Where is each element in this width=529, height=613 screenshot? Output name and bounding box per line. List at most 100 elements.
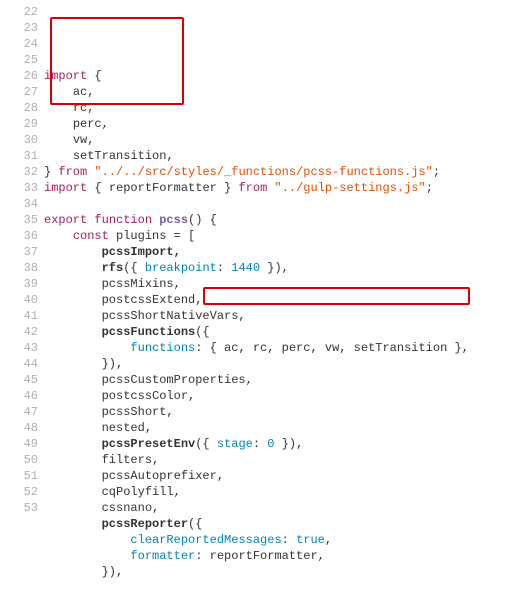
code-line: pcssPresetEnv({ stage: 0 }), (44, 436, 529, 452)
token-bold: rfs (102, 261, 124, 275)
line-number: 52 (0, 484, 38, 500)
token-fn: pcss (159, 213, 188, 227)
line-number: 23 (0, 20, 38, 36)
token-num: 1440 (231, 261, 260, 275)
token-punc: : { (195, 341, 224, 355)
token-punc: { (87, 69, 101, 83)
token-punc: ; (433, 165, 440, 179)
token-kw: const (73, 229, 109, 243)
token-punc: () { (188, 213, 217, 227)
code-line: import { reportFormatter } from "../gulp… (44, 180, 529, 196)
line-number: 44 (0, 356, 38, 372)
token-punc: ({ (123, 261, 145, 275)
token-bold: pcssReporter (102, 517, 188, 531)
token-punc: : (282, 533, 296, 547)
token-id: nested, (102, 421, 152, 435)
code-area: import { ac, rc, perc, vw, setTransition… (44, 4, 529, 580)
token-bold: pcssImport, (102, 245, 181, 259)
code-line: cqPolyfill, (44, 484, 529, 500)
code-line: postcssColor, (44, 388, 529, 404)
token-punc: } (44, 165, 58, 179)
token-punc: : (217, 261, 231, 275)
token-id: pcssMixins, (102, 277, 181, 291)
line-number: 46 (0, 388, 38, 404)
token-kw: from (58, 165, 87, 179)
token-id: pcssCustomProperties, (102, 373, 253, 387)
line-number: 42 (0, 324, 38, 340)
code-line: pcssAutoprefixer, (44, 468, 529, 484)
line-number: 47 (0, 404, 38, 420)
token-kw: export (44, 213, 87, 227)
token-punc: } (217, 181, 239, 195)
line-number: 45 (0, 372, 38, 388)
token-id: postcssColor, (102, 389, 196, 403)
code-line: filters, (44, 452, 529, 468)
code-line: pcssShort, (44, 404, 529, 420)
line-number: 49 (0, 436, 38, 452)
token-key: functions (130, 341, 195, 355)
code-line: const plugins = [ (44, 228, 529, 244)
code-line: setTransition, (44, 148, 529, 164)
token-punc: }), (102, 357, 124, 371)
code-line: pcssImport, (44, 244, 529, 260)
token-key: stage (217, 437, 253, 451)
code-line: pcssFunctions({ (44, 324, 529, 340)
token-punc: , (325, 533, 332, 547)
line-number: 36 (0, 228, 38, 244)
token-id: cqPolyfill, (102, 485, 181, 499)
line-number: 38 (0, 260, 38, 276)
token-punc: }, (447, 341, 469, 355)
code-line: perc, (44, 116, 529, 132)
code-line: rc, (44, 100, 529, 116)
code-line: ac, (44, 84, 529, 100)
line-number: 34 (0, 196, 38, 212)
token-id: reportFormatter (109, 181, 217, 195)
token-kw: import (44, 181, 87, 195)
code-line: pcssShortNativeVars, (44, 308, 529, 324)
token-id: postcssExtend, (102, 293, 203, 307)
line-number: 28 (0, 100, 38, 116)
token-kw: from (238, 181, 267, 195)
token-punc: }), (274, 437, 303, 451)
token-id: ac, rc, perc, vw, setTransition (224, 341, 447, 355)
token-id: pcssShortNativeVars, (102, 309, 246, 323)
code-line: clearReportedMessages: true, (44, 532, 529, 548)
token-kw: import (44, 69, 87, 83)
code-line: import { (44, 68, 529, 84)
token-punc: ({ (195, 325, 209, 339)
token-id: filters, (102, 453, 160, 467)
token-key: clearReportedMessages (130, 533, 281, 547)
code-editor: 2223242526272829303132333435363738394041… (0, 0, 529, 580)
code-line: }), (44, 564, 529, 580)
line-number: 30 (0, 132, 38, 148)
line-number: 41 (0, 308, 38, 324)
line-number: 26 (0, 68, 38, 84)
token-id: perc (73, 117, 102, 131)
line-number: 29 (0, 116, 38, 132)
token-punc: , (102, 117, 109, 131)
line-number: 27 (0, 84, 38, 100)
code-line: pcssMixins, (44, 276, 529, 292)
token-id: cssnano, (102, 501, 160, 515)
token-id: vw (73, 133, 87, 147)
line-number: 39 (0, 276, 38, 292)
token-punc: , (166, 149, 173, 163)
token-key: formatter (130, 549, 195, 563)
line-number: 33 (0, 180, 38, 196)
code-line: nested, (44, 420, 529, 436)
token-bold: pcssFunctions (102, 325, 196, 339)
token-punc: , (87, 133, 94, 147)
token-id: pcssAutoprefixer, (102, 469, 224, 483)
code-line: functions: { ac, rc, perc, vw, setTransi… (44, 340, 529, 356)
token-punc: { (87, 181, 109, 195)
code-line: export function pcss() { (44, 212, 529, 228)
code-line: pcssCustomProperties, (44, 372, 529, 388)
code-line: formatter: reportFormatter, (44, 548, 529, 564)
token-punc: , (87, 101, 94, 115)
line-number: 35 (0, 212, 38, 228)
code-line: pcssReporter({ (44, 516, 529, 532)
token-bold: pcssPresetEnv (102, 437, 196, 451)
line-number: 22 (0, 4, 38, 20)
token-str: "../gulp-settings.js" (274, 181, 425, 195)
token-key: breakpoint (145, 261, 217, 275)
